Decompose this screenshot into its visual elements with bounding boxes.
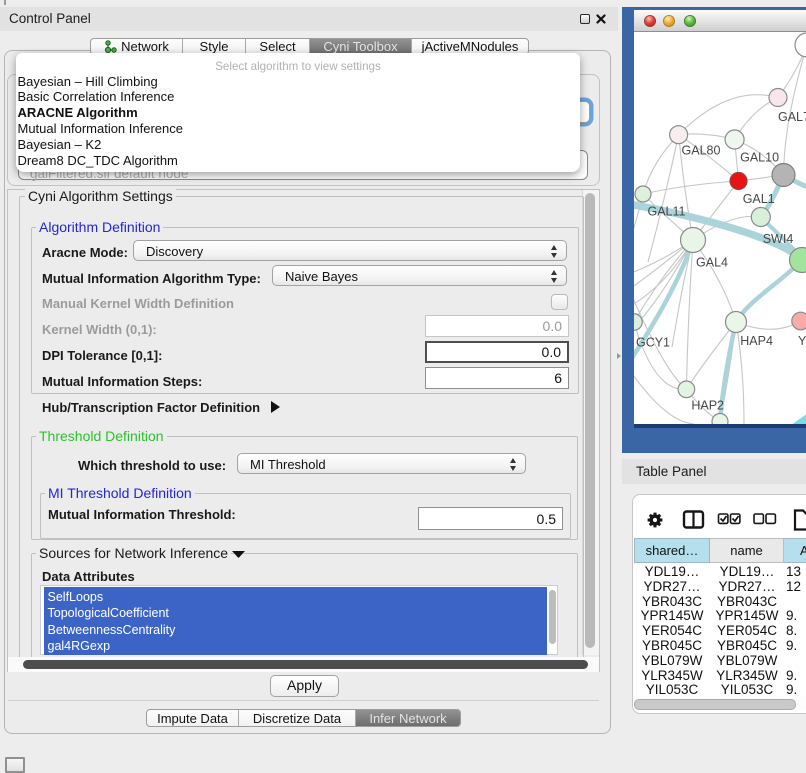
svg-text:HAP4: HAP4: [740, 334, 773, 348]
svg-text:SWI4: SWI4: [763, 232, 794, 246]
svg-text:GAL80: GAL80: [682, 144, 721, 158]
svg-text:GAL4: GAL4: [696, 256, 728, 270]
svg-text:Y: Y: [798, 334, 806, 348]
svg-text:GAL7: GAL7: [778, 110, 806, 124]
svg-text:GAL10: GAL10: [740, 151, 779, 165]
svg-text:GAL11: GAL11: [648, 205, 686, 219]
svg-text:GAL1: GAL1: [743, 192, 775, 206]
svg-text:GCY1: GCY1: [636, 336, 670, 350]
svg-text:HAP2: HAP2: [691, 399, 724, 413]
